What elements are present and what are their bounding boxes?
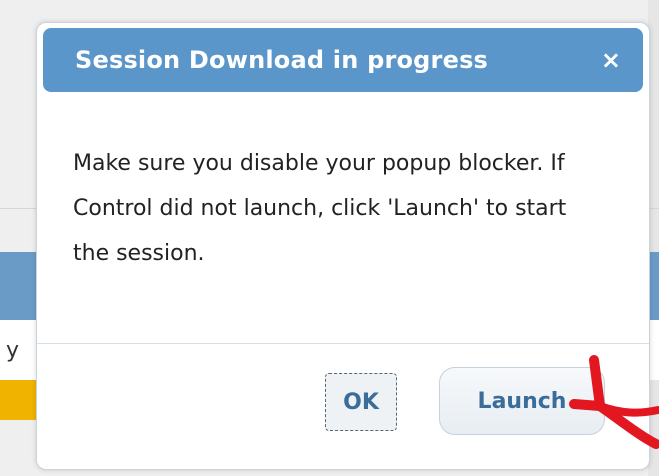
- background-yellow-bar: [0, 380, 40, 420]
- session-download-dialog: Session Download in progress × Make sure…: [36, 22, 650, 470]
- dialog-footer-divider: [37, 343, 649, 344]
- red-arrow-annotation-icon: [569, 355, 659, 449]
- background-text-fragment: y: [6, 338, 20, 363]
- dialog-header: Session Download in progress ×: [43, 28, 643, 92]
- dialog-message: Make sure you disable your popup blocker…: [73, 151, 567, 266]
- page: y Session Download in progress × Make su…: [0, 0, 659, 476]
- ok-button[interactable]: OK: [325, 373, 397, 431]
- close-icon[interactable]: ×: [601, 48, 621, 72]
- dialog-title: Session Download in progress: [75, 46, 489, 74]
